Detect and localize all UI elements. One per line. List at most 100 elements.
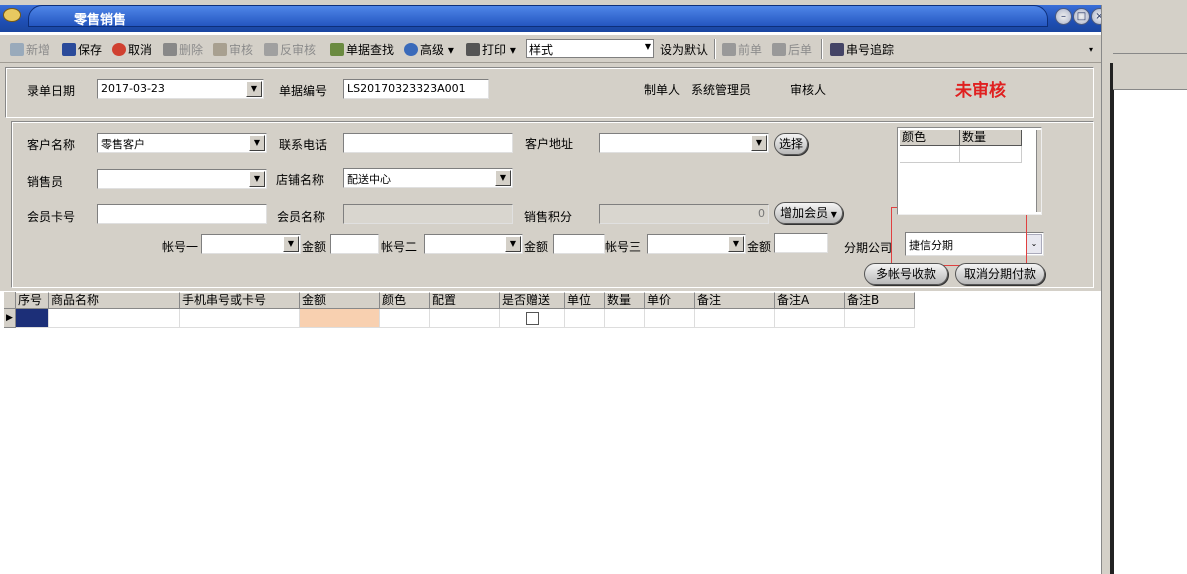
- gift-checkbox[interactable]: [526, 312, 539, 325]
- amount2-field[interactable]: [553, 234, 605, 254]
- new-button[interactable]: 新增: [10, 41, 50, 58]
- table-scrollbar[interactable]: [1036, 130, 1041, 212]
- grid-cell-unit[interactable]: [565, 309, 605, 328]
- col-header-product[interactable]: 商品名称: [49, 292, 180, 309]
- maker-value: 系统管理员: [691, 83, 752, 97]
- cancel-button[interactable]: 取消: [112, 41, 152, 58]
- chevron-down-icon[interactable]: ▼: [249, 171, 265, 187]
- chevron-down-icon[interactable]: ▼: [246, 81, 262, 97]
- background-panel: [1113, 5, 1187, 90]
- grid-cell-color[interactable]: [380, 309, 430, 328]
- cancel-installment-button[interactable]: 取消分期付款: [955, 263, 1045, 285]
- row-pointer-icon: ▶: [4, 309, 16, 328]
- account2-select[interactable]: ▼: [424, 234, 523, 254]
- unaudit-button[interactable]: 反审核: [264, 41, 316, 58]
- print-icon: [466, 43, 480, 56]
- chevron-down-icon[interactable]: ⌄: [1026, 234, 1042, 254]
- col-header-gift[interactable]: 是否赠送: [500, 292, 565, 309]
- store-select[interactable]: 配送中心 ▼: [343, 168, 513, 188]
- col-header-qty[interactable]: 数量: [605, 292, 645, 309]
- delete-button[interactable]: 删除: [163, 41, 203, 58]
- status-badge: 未审核: [955, 81, 1006, 101]
- col-header-price[interactable]: 单价: [645, 292, 695, 309]
- docno-label: 单据编号: [279, 84, 328, 98]
- account3-label: 帐号三: [605, 240, 642, 254]
- prev-icon: [722, 43, 736, 56]
- amount3-field[interactable]: [774, 233, 828, 253]
- grid-cell-remark-a[interactable]: [775, 309, 845, 328]
- address-label: 客户地址: [525, 137, 574, 151]
- account1-label: 帐号一: [162, 240, 199, 254]
- grid-cell-index[interactable]: [16, 309, 49, 328]
- select-customer-button[interactable]: 选择: [774, 133, 808, 155]
- serial-track-button[interactable]: 串号追踪: [830, 41, 894, 58]
- set-default-button[interactable]: 设为默认: [660, 41, 708, 58]
- col-header-serial[interactable]: 手机串号或卡号: [180, 292, 300, 309]
- style-select[interactable]: 样式 ▼: [526, 39, 654, 58]
- grid-cell-remark-b[interactable]: [845, 309, 915, 328]
- amount1-field[interactable]: [330, 234, 379, 254]
- minimize-icon[interactable]: –: [1055, 8, 1072, 25]
- customer-select[interactable]: 零售客户 ▼: [97, 133, 267, 153]
- member-card-field[interactable]: [97, 204, 267, 224]
- chevron-down-icon[interactable]: ▼: [728, 236, 744, 252]
- save-button[interactable]: 保存: [62, 41, 102, 58]
- docno-field[interactable]: LS20170323323A001: [343, 79, 489, 99]
- grid-cell-remark[interactable]: [695, 309, 775, 328]
- delete-icon: [163, 43, 177, 56]
- col-header-amount[interactable]: 金额: [300, 292, 380, 309]
- doc-search-button[interactable]: 单据查找: [330, 41, 394, 58]
- grid-cell-config[interactable]: [430, 309, 500, 328]
- table-cell[interactable]: [960, 146, 1022, 163]
- grid-cell-price[interactable]: [645, 309, 695, 328]
- audit-button[interactable]: 审核: [213, 41, 253, 58]
- grid-cell-gift[interactable]: [500, 309, 565, 328]
- maximize-icon[interactable]: □: [1073, 8, 1090, 25]
- col-header-unit[interactable]: 单位: [565, 292, 605, 309]
- new-icon: [10, 43, 24, 56]
- account3-select[interactable]: ▼: [647, 234, 746, 254]
- advanced-button[interactable]: 高级 ▾: [404, 41, 454, 58]
- points-field: 0: [599, 204, 769, 224]
- col-header-remark[interactable]: 备注: [695, 292, 775, 309]
- store-label: 店铺名称: [276, 173, 325, 187]
- next-icon: [772, 43, 786, 56]
- date-label: 录单日期: [27, 84, 76, 98]
- account2-label: 帐号二: [381, 240, 418, 254]
- toolbar: 新增 保存 取消 删除 审核 反审核 单据查找 高级 ▾ 打印 ▾ 样式 ▼ 设为…: [0, 35, 1101, 63]
- col-header-remark-b[interactable]: 备注B: [845, 292, 915, 309]
- chevron-down-icon[interactable]: ▼: [283, 236, 299, 252]
- multi-account-button[interactable]: 多帐号收款: [864, 263, 948, 285]
- print-button[interactable]: 打印 ▾: [466, 41, 516, 58]
- chevron-down-icon[interactable]: ▼: [505, 236, 521, 252]
- chevron-down-icon[interactable]: ▼: [249, 135, 265, 151]
- chevron-down-icon[interactable]: ▼: [495, 170, 511, 186]
- address-select[interactable]: ▼: [599, 133, 769, 153]
- col-header-index[interactable]: 序号: [16, 292, 49, 309]
- table-cell[interactable]: [900, 146, 960, 163]
- cancel-icon: [112, 43, 126, 56]
- col-header-config[interactable]: 配置: [430, 292, 500, 309]
- member-name-label: 会员名称: [277, 210, 326, 224]
- grid-cell-product[interactable]: [49, 309, 180, 328]
- doc-search-icon: [330, 43, 344, 56]
- grid-cell-amount[interactable]: [300, 309, 380, 328]
- col-header-remark-a[interactable]: 备注A: [775, 292, 845, 309]
- toolbar-overflow-icon[interactable]: ▾: [1089, 45, 1093, 54]
- grid-cell-serial[interactable]: [180, 309, 300, 328]
- prev-button[interactable]: 前单: [722, 41, 762, 58]
- amount2-label: 金额: [524, 240, 549, 254]
- salesperson-select[interactable]: ▼: [97, 169, 267, 189]
- col-header-color[interactable]: 颜色: [380, 292, 430, 309]
- advanced-icon: [404, 43, 418, 56]
- auditor-label: 审核人: [790, 83, 827, 97]
- next-button[interactable]: 后单: [772, 41, 812, 58]
- add-member-button[interactable]: 增加会员 ▼: [774, 202, 843, 224]
- member-name-field: [343, 204, 513, 224]
- account1-select[interactable]: ▼: [201, 234, 301, 254]
- chevron-down-icon[interactable]: ▼: [751, 135, 767, 151]
- phone-field[interactable]: [343, 133, 513, 153]
- toolbar-separator: [821, 39, 823, 59]
- grid-cell-qty[interactable]: [605, 309, 645, 328]
- date-field[interactable]: 2017-03-23 ▼: [97, 79, 264, 99]
